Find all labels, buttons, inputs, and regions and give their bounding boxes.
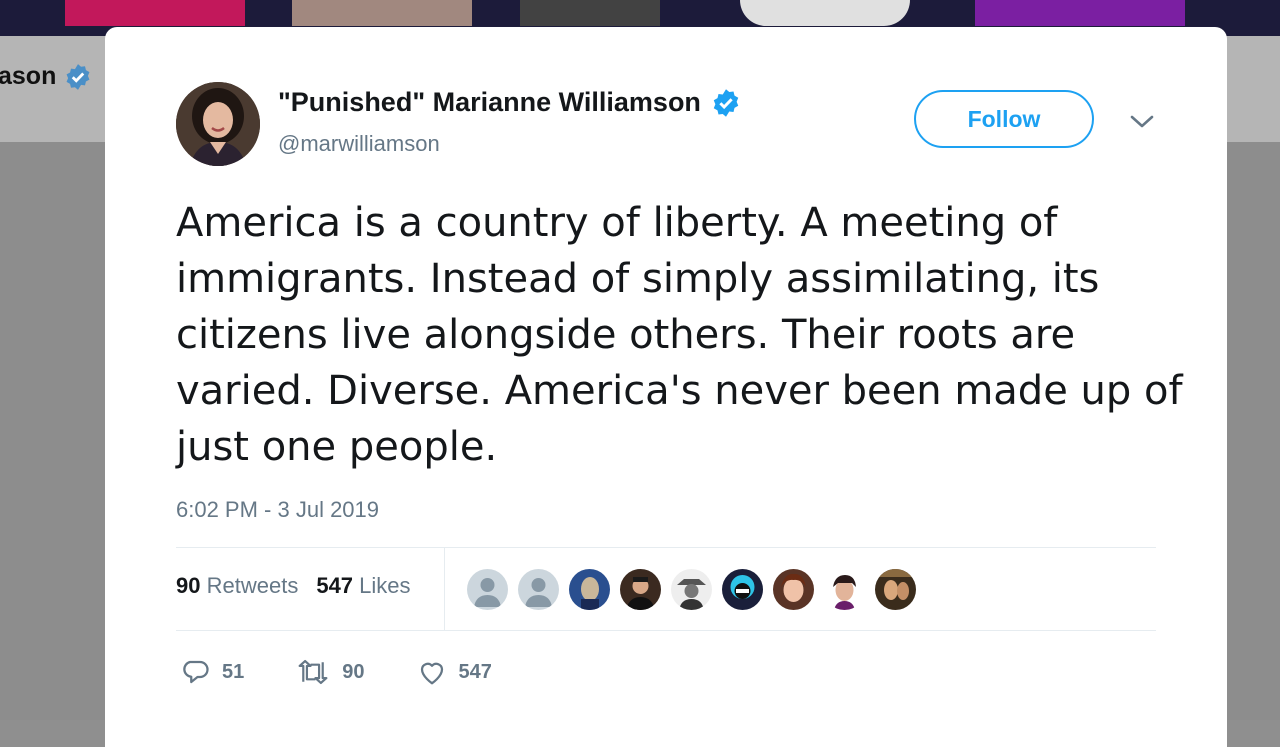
reply-button[interactable]: 51 bbox=[180, 657, 244, 687]
stats-divider bbox=[444, 547, 445, 631]
retweet-button[interactable]: 90 bbox=[296, 657, 365, 687]
like-button[interactable]: 547 bbox=[417, 657, 492, 687]
liker-avatar[interactable] bbox=[875, 569, 916, 610]
liker-avatar[interactable] bbox=[620, 569, 661, 610]
likes-label: Likes bbox=[359, 573, 411, 598]
liker-avatar[interactable] bbox=[773, 569, 814, 610]
liker-avatar[interactable] bbox=[722, 569, 763, 610]
verified-badge-icon bbox=[66, 63, 90, 90]
retweets-label: Retweets bbox=[206, 573, 299, 598]
likes-stat[interactable]: 547 Likes bbox=[316, 573, 410, 599]
engagement-stats: 90 Retweets 547 Likes bbox=[176, 573, 411, 599]
liker-avatar[interactable] bbox=[824, 569, 865, 610]
tweet-timestamp[interactable]: 6:02 PM - 3 Jul 2019 bbox=[176, 497, 379, 523]
liker-avatar[interactable] bbox=[671, 569, 712, 610]
like-count: 547 bbox=[458, 660, 492, 683]
author-avatar[interactable] bbox=[176, 82, 260, 166]
background-profile-name: ason bbox=[0, 62, 92, 91]
tweet-text: America is a country of liberty. A meeti… bbox=[176, 200, 1183, 470]
liker-avatar[interactable] bbox=[569, 569, 610, 610]
reply-icon bbox=[183, 660, 209, 684]
retweet-icon bbox=[298, 659, 328, 685]
divider bbox=[176, 630, 1156, 631]
likes-count: 547 bbox=[316, 573, 354, 598]
author-handle[interactable]: @marwilliamson bbox=[278, 131, 440, 157]
heart-icon bbox=[420, 662, 443, 685]
verified-badge-icon bbox=[713, 88, 739, 117]
retweet-count: 90 bbox=[342, 660, 365, 683]
tweet-card: "Punished" Marianne Williamson @marwilli… bbox=[105, 27, 1227, 747]
follow-button[interactable]: Follow bbox=[914, 90, 1094, 148]
divider bbox=[176, 547, 1156, 548]
reply-count: 51 bbox=[222, 660, 245, 683]
liker-avatars bbox=[467, 569, 916, 610]
liker-avatar[interactable] bbox=[518, 569, 559, 610]
chevron-down-icon[interactable] bbox=[1129, 113, 1155, 131]
retweets-stat[interactable]: 90 Retweets bbox=[176, 573, 298, 599]
author-display-name[interactable]: "Punished" Marianne Williamson bbox=[278, 87, 741, 118]
retweets-count: 90 bbox=[176, 573, 201, 598]
tweet-actions: 51 90 547 bbox=[180, 657, 544, 687]
liker-avatar[interactable] bbox=[467, 569, 508, 610]
